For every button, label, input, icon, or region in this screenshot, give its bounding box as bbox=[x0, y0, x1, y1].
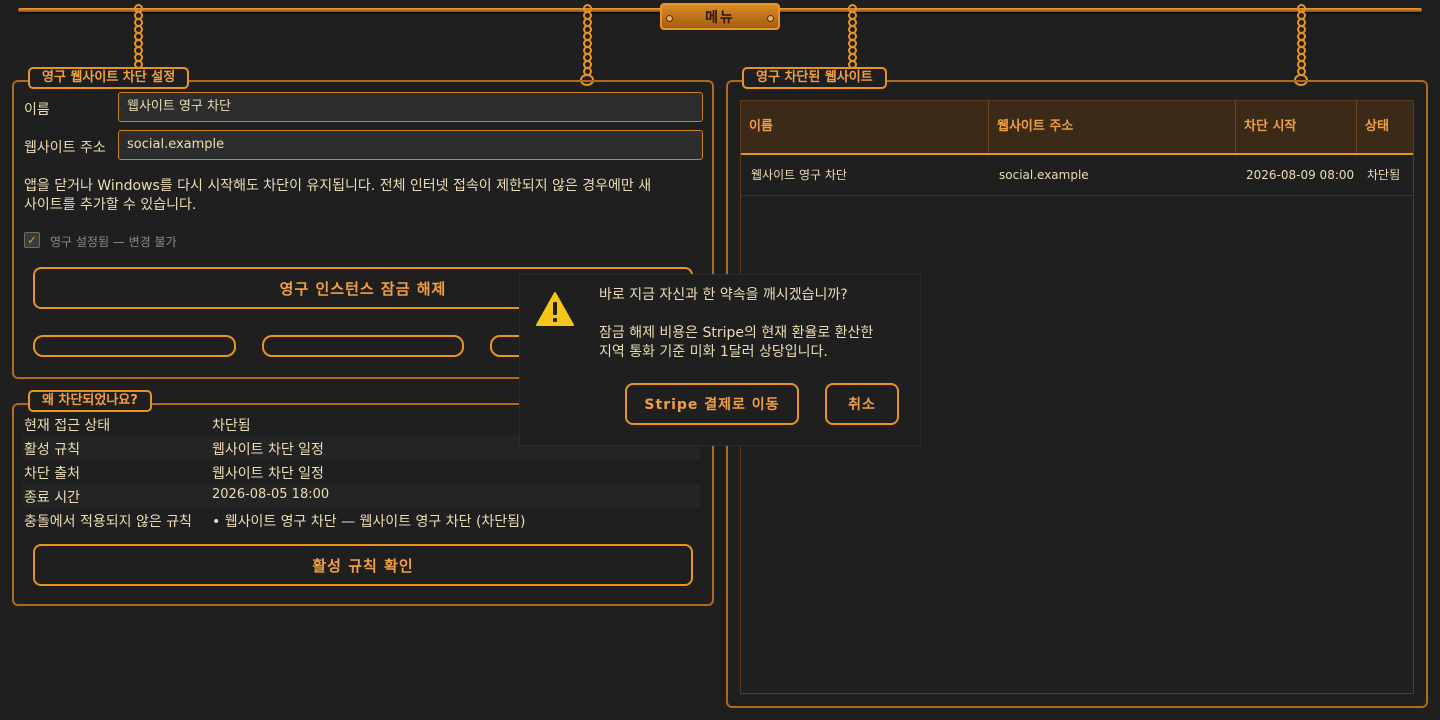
dialog-question: 바로 지금 자신과 한 약속을 깨시겠습니까? bbox=[599, 287, 848, 303]
chain-left bbox=[131, 4, 145, 69]
permanent-note-line2: 사이트를 추가할 수 있습니다. bbox=[24, 197, 197, 213]
url-field[interactable]: social.example bbox=[118, 130, 703, 160]
settings-panel-legend: 영구 웹사이트 차단 설정 bbox=[28, 67, 190, 89]
permanent-checkbox-label: 영구 설정됨 — 변경 불가 bbox=[50, 235, 177, 249]
stripe-checkout-button[interactable]: Stripe 결제로 이동 bbox=[625, 383, 799, 425]
warning-icon bbox=[536, 292, 574, 326]
dialog-detail: 잠금 해제 비용은 Stripe의 현재 환율로 환산한 지역 통화 기준 미화… bbox=[599, 324, 873, 362]
cancel-button[interactable]: 취소 bbox=[825, 383, 899, 425]
bolt-icon bbox=[767, 15, 774, 22]
menu-button[interactable]: 메뉴 bbox=[660, 3, 780, 30]
name-label: 이름 bbox=[24, 102, 50, 118]
action-button-1[interactable] bbox=[33, 335, 236, 357]
cell-name: 웹사이트 영구 차단 bbox=[751, 168, 847, 182]
name-field[interactable]: 웹사이트 영구 차단 bbox=[118, 92, 703, 122]
menu-label: 메뉴 bbox=[705, 9, 735, 26]
why-blocked-legend: 왜 차단되었나요? bbox=[28, 390, 152, 412]
block-source-key: 차단 출처 bbox=[24, 466, 80, 482]
status-key: 현재 접근 상태 bbox=[24, 418, 111, 434]
unlock-confirm-dialog: 바로 지금 자신과 한 약속을 깨시겠습니까? 잠금 해제 비용은 Stripe… bbox=[520, 275, 920, 445]
status-value: 차단됨 bbox=[212, 418, 251, 434]
cell-status: 차단됨 bbox=[1367, 168, 1401, 182]
column-header-status[interactable]: 상태 bbox=[1357, 101, 1413, 153]
chain-mid-left bbox=[580, 4, 594, 86]
action-button-2[interactable] bbox=[262, 335, 464, 357]
url-label: 웹사이트 주소 bbox=[24, 140, 106, 156]
chain-mid-right bbox=[845, 4, 859, 69]
active-rule-key: 활성 규칙 bbox=[24, 442, 80, 458]
table-header: 이름 웹사이트 주소 차단 시작 상태 bbox=[741, 101, 1413, 155]
block-source-row bbox=[22, 459, 700, 483]
end-time-key: 종료 시간 bbox=[24, 490, 80, 506]
check-active-rules-button[interactable]: 활성 규칙 확인 bbox=[33, 544, 693, 586]
chain-right bbox=[1294, 4, 1308, 86]
conflict-key: 충돌에서 적용되지 않은 규칙 bbox=[24, 514, 192, 530]
end-time-row bbox=[22, 483, 700, 507]
blocked-sites-legend: 영구 차단된 웹사이트 bbox=[742, 67, 887, 89]
table-row[interactable]: 웹사이트 영구 차단 social.example 2026-08-09 08:… bbox=[741, 155, 1413, 196]
permanent-checkbox[interactable]: ✓ bbox=[24, 232, 40, 248]
cell-url: social.example bbox=[999, 168, 1089, 182]
end-time-value: 2026-08-05 18:00 bbox=[212, 487, 330, 502]
conflict-value: • 웹사이트 영구 차단 — 웹사이트 영구 차단 (차단됨) bbox=[212, 514, 526, 530]
column-header-name[interactable]: 이름 bbox=[741, 101, 989, 153]
permanent-note-line1: 앱을 닫거나 Windows를 다시 시작해도 차단이 유지됩니다. 전체 인터… bbox=[24, 178, 652, 194]
permanent-note: 앱을 닫거나 Windows를 다시 시작해도 차단이 유지됩니다. 전체 인터… bbox=[24, 177, 704, 215]
block-source-value: 웹사이트 차단 일정 bbox=[212, 466, 324, 482]
dialog-detail-line2: 지역 통화 기준 미화 1달러 상당입니다. bbox=[599, 344, 828, 360]
active-rule-value: 웹사이트 차단 일정 bbox=[212, 442, 324, 458]
column-header-url[interactable]: 웹사이트 주소 bbox=[989, 101, 1236, 153]
bolt-icon bbox=[666, 15, 673, 22]
cell-start: 2026-08-09 08:00 bbox=[1246, 168, 1355, 182]
dialog-detail-line1: 잠금 해제 비용은 Stripe의 현재 환율로 환산한 bbox=[599, 325, 874, 341]
column-header-start[interactable]: 차단 시작 bbox=[1236, 101, 1357, 153]
